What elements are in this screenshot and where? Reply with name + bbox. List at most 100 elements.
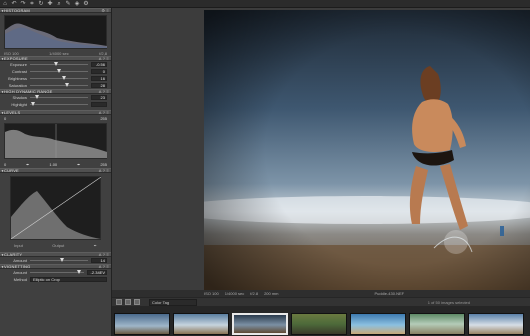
histogram-graph xyxy=(5,23,107,48)
collapse-triangle-icon[interactable]: ▼ xyxy=(1,265,4,269)
panel-controls-icon[interactable]: A ? ≡ xyxy=(99,90,109,94)
contrast-slider[interactable] xyxy=(30,69,88,73)
sort-select[interactable]: Color Tag xyxy=(149,298,197,306)
list-view-icon[interactable] xyxy=(125,299,131,305)
exposure-header[interactable]: ▼ EXPOSURE A ? ≡ xyxy=(0,56,111,61)
levels-graph xyxy=(5,124,107,158)
levels-bottom-left[interactable]: 0 xyxy=(4,162,6,167)
slider-label: Shadow xyxy=(12,95,27,100)
hdr-rows: Shadow 23 Highlight xyxy=(0,94,111,108)
levels-header[interactable]: ▼ LEVELS A ? ≡ xyxy=(0,110,111,115)
pick-icon[interactable]: ✚ xyxy=(47,1,53,7)
slider-knob[interactable] xyxy=(65,83,70,87)
thumbnail[interactable] xyxy=(291,313,347,335)
brush-icon[interactable]: ✎ xyxy=(65,1,71,7)
slider-row: Amount -2.34EV xyxy=(0,269,111,276)
curve-output-label: Output xyxy=(52,243,65,248)
thumbnail[interactable] xyxy=(468,313,524,335)
search-icon[interactable]: ⌕ xyxy=(56,1,62,7)
slider-value-field[interactable]: -0.56 xyxy=(91,62,107,67)
curve-header[interactable]: ▼ CURVE A ? ≡ xyxy=(0,168,111,173)
tag-icon[interactable]: ◈ xyxy=(74,1,80,7)
slider-value-field[interactable]: 28 xyxy=(91,83,107,88)
photo-preview[interactable] xyxy=(204,10,530,290)
collapse-triangle-icon[interactable]: ▼ xyxy=(1,253,4,257)
home-icon[interactable]: ⌂ xyxy=(2,1,8,7)
curve-chart[interactable] xyxy=(10,176,102,240)
levels-title: LEVELS xyxy=(4,110,21,115)
browser-toolbar: Color Tag 1 of 50 images selected xyxy=(112,297,530,307)
filmstrip-view-icon[interactable] xyxy=(134,299,140,305)
beach-photo xyxy=(204,10,530,290)
collapse-triangle-icon[interactable]: ▼ xyxy=(1,57,4,61)
grid-view-icon[interactable] xyxy=(116,299,122,305)
slider-value-field[interactable]: 23 xyxy=(91,95,107,100)
slider-row: Exposure -0.56 xyxy=(0,61,111,68)
exposure-slider[interactable] xyxy=(30,62,88,66)
levels-top-right[interactable]: 255 xyxy=(100,116,107,121)
forward-icon[interactable]: ↷ xyxy=(20,1,26,7)
slider-row: Contrast 0 xyxy=(0,68,111,75)
saturation-slider[interactable] xyxy=(30,83,88,87)
panel-controls-icon[interactable]: A ? ≡ xyxy=(99,57,109,61)
method-row: Method Elliptic on Crop xyxy=(0,276,111,283)
collapse-triangle-icon[interactable]: ▼ xyxy=(1,90,4,94)
panel-controls-icon[interactable]: A ? ≡ xyxy=(99,265,109,269)
slider-value-field[interactable]: 14 xyxy=(91,258,107,263)
shadow-slider[interactable] xyxy=(30,95,88,99)
slider-value-field[interactable]: 0 xyxy=(91,69,107,74)
histogram-header[interactable]: ▼ HISTOGRAM ⚙ ≡ xyxy=(0,8,111,13)
crop-icon[interactable]: ⌗ xyxy=(29,1,35,7)
panel-controls-icon[interactable]: A ? ≡ xyxy=(99,169,109,173)
slider-value-field[interactable]: -2.34EV xyxy=(87,270,107,275)
levels-bottom-mid[interactable]: 1.00 xyxy=(49,162,57,167)
slider-knob[interactable] xyxy=(54,62,59,66)
slider-knob[interactable] xyxy=(30,102,35,106)
collapse-triangle-icon[interactable]: ▼ xyxy=(1,9,4,13)
slider-row: Highlight xyxy=(0,101,111,108)
thumbnail[interactable] xyxy=(409,313,465,335)
vignetting-header[interactable]: ▼ VIGNETTING A ? ≡ xyxy=(0,264,111,269)
levels-top-values: 0 255 xyxy=(0,115,111,121)
thumbnail[interactable] xyxy=(114,313,170,335)
slider-value-field[interactable] xyxy=(91,102,107,107)
collapse-triangle-icon[interactable]: ▼ xyxy=(1,111,4,115)
method-select[interactable]: Elliptic on Crop xyxy=(30,277,107,282)
thumbnail[interactable] xyxy=(173,313,229,335)
tool-panel: ▼ HISTOGRAM ⚙ ≡ ISO 100 1/4000 sec f/2,8… xyxy=(0,8,112,336)
gear-icon[interactable]: ⚙ xyxy=(83,1,89,7)
eyedropper-white-icon[interactable]: ✒ xyxy=(77,162,80,167)
brightness-slider[interactable] xyxy=(30,76,88,80)
clarity-header[interactable]: ▼ CLARITY A ? ≡ xyxy=(0,252,111,257)
panel-controls-icon[interactable]: ⚙ ≡ xyxy=(101,9,109,13)
slider-knob[interactable] xyxy=(57,69,61,73)
highlight-slider[interactable] xyxy=(30,102,88,106)
collapse-triangle-icon[interactable]: ▼ xyxy=(1,169,4,173)
levels-chart[interactable] xyxy=(4,123,107,159)
slider-row: Amount 14 xyxy=(0,257,111,264)
hdr-header[interactable]: ▼ HIGH DYNAMIC RANGE A ? ≡ xyxy=(0,89,111,94)
top-toolbar: ⌂ ↶ ↷ ⌗ ↻ ✚ ⌕ ✎ ◈ ⚙ xyxy=(0,0,530,8)
curve-graph xyxy=(10,176,102,240)
slider-value-field[interactable]: 16 xyxy=(91,76,107,81)
clarity-amount-slider[interactable] xyxy=(30,258,88,262)
thumbnail[interactable] xyxy=(350,313,406,335)
rotate-icon[interactable]: ↻ xyxy=(38,1,44,7)
eyedropper-black-icon[interactable]: ✒ xyxy=(26,162,29,167)
filmstrip xyxy=(112,307,530,336)
panel-controls-icon[interactable]: A ? ≡ xyxy=(99,253,109,257)
slider-knob[interactable] xyxy=(61,76,66,80)
back-icon[interactable]: ↶ xyxy=(11,1,17,7)
slider-knob[interactable] xyxy=(59,258,64,262)
slider-knob[interactable] xyxy=(76,270,81,274)
vignetting-amount-slider[interactable] xyxy=(30,270,84,274)
status-filename: Puddle-430.NEF xyxy=(374,291,405,296)
eyedropper-icon[interactable]: ✒ xyxy=(94,243,97,249)
slider-knob[interactable] xyxy=(34,95,39,99)
thumbnail-selected[interactable] xyxy=(232,313,288,335)
levels-bottom-right[interactable]: 255 xyxy=(100,162,107,167)
levels-top-left[interactable]: 0 xyxy=(4,116,6,121)
panel-controls-icon[interactable]: A ? ≡ xyxy=(99,111,109,115)
slider-label: Saturation xyxy=(8,83,27,88)
curve-title: CURVE xyxy=(4,168,19,173)
